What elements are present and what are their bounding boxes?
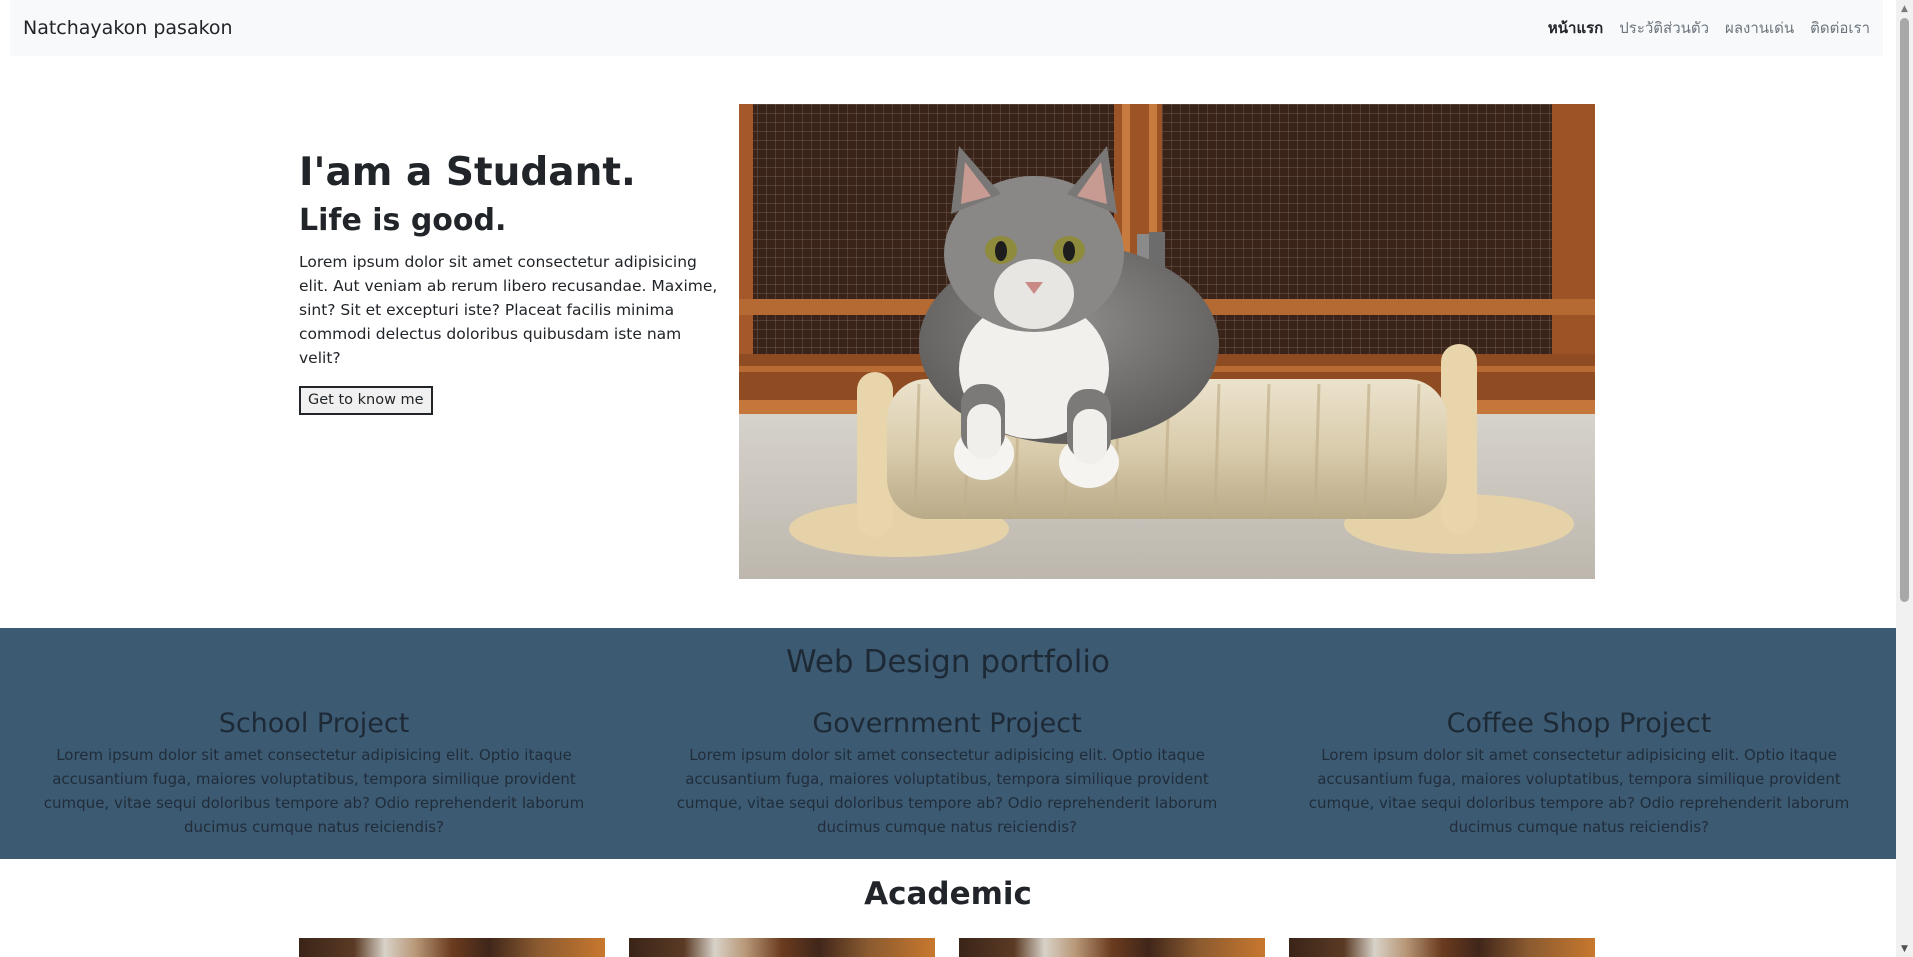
project-description: Lorem ipsum dolor sit amet consectetur a… <box>43 746 585 836</box>
hero-subtitle: Life is good. <box>299 202 507 238</box>
nav-link-portfolio[interactable]: ผลงานเด่น <box>1725 16 1794 40</box>
page: Natchayakon pasakon หน้าแรก ประวัติส่วนต… <box>0 0 1896 957</box>
get-to-know-me-button[interactable]: Get to know me <box>299 385 433 416</box>
project-card-school: School Project Lorem ipsum dolor sit ame… <box>19 708 609 839</box>
navbar: Natchayakon pasakon หน้าแรก ประวัติส่วนต… <box>10 0 1883 56</box>
scroll-up-arrow-icon[interactable]: ▲ <box>1896 0 1913 17</box>
scroll-down-arrow-icon[interactable]: ▼ <box>1896 940 1913 957</box>
academic-thumbnail[interactable] <box>299 938 605 957</box>
hero-text: I'am a Studant. Life is good. Lorem ipsu… <box>299 150 719 416</box>
cat-photo <box>739 104 1595 579</box>
academic-thumbnail[interactable] <box>1289 938 1595 957</box>
academic-title: Academic <box>864 876 1032 912</box>
hero-title: I'am a Studant. <box>299 150 636 195</box>
scrollbar-thumb[interactable] <box>1900 18 1909 602</box>
project-description: Lorem ipsum dolor sit amet consectetur a… <box>1308 746 1850 836</box>
project-description: Lorem ipsum dolor sit amet consectetur a… <box>676 746 1218 836</box>
project-title: School Project <box>218 708 410 739</box>
academic-thumbnail[interactable] <box>959 938 1265 957</box>
portfolio-title: Web Design portfolio <box>786 644 1110 680</box>
project-title: Coffee Shop Project <box>1446 708 1712 739</box>
nav-link-profile[interactable]: ประวัติส่วนตัว <box>1619 16 1709 40</box>
academic-thumbnail[interactable] <box>629 938 935 957</box>
nav-link-contact[interactable]: ติดต่อเรา <box>1810 16 1870 40</box>
project-card-government: Government Project Lorem ipsum dolor sit… <box>652 708 1242 839</box>
project-title: Government Project <box>812 708 1082 739</box>
portfolio-section: Web Design portfolio School Project Lore… <box>0 628 1896 859</box>
vertical-scrollbar[interactable]: ▲ ▼ <box>1896 0 1913 957</box>
project-card-coffee-shop: Coffee Shop Project Lorem ipsum dolor si… <box>1284 708 1874 839</box>
nav-links: หน้าแรก ประวัติส่วนตัว ผลงานเด่น ติดต่อเ… <box>1548 16 1870 40</box>
nav-link-home[interactable]: หน้าแรก <box>1548 16 1603 40</box>
hero-paragraph: Lorem ipsum dolor sit amet consectetur a… <box>299 252 718 367</box>
brand-link[interactable]: Natchayakon pasakon <box>23 17 233 39</box>
